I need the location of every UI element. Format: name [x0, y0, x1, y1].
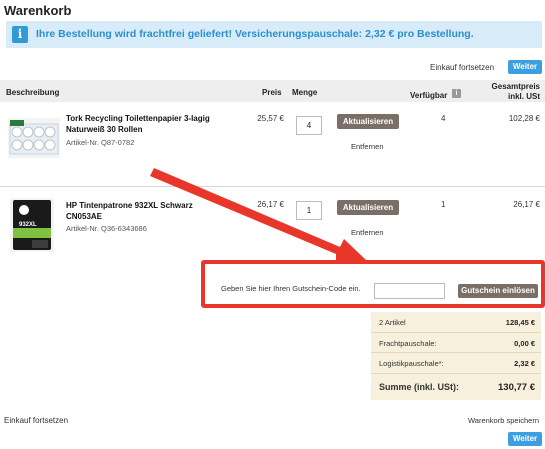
row-divider — [0, 186, 545, 187]
summary-logistics-value: 2,32 € — [514, 359, 535, 368]
ink-cartridge-icon: 932XL — [13, 200, 51, 250]
summary-freight-label: Frachtpauschale: — [379, 339, 437, 348]
availability-value: 4 — [441, 114, 446, 123]
toilet-paper-rolls-icon — [9, 120, 59, 155]
next-button-top[interactable]: Weiter — [508, 60, 542, 74]
save-cart-link[interactable]: Warenkorb speichern — [468, 416, 539, 425]
article-number: Artikel-Nr. Q87-0782 — [66, 138, 135, 147]
unit-price: 26,17 € — [257, 200, 284, 209]
summary-total-value: 130,77 € — [498, 382, 535, 393]
update-button[interactable]: Aktualisieren — [337, 200, 399, 215]
availability-info-icon[interactable]: i — [452, 89, 461, 98]
summary-divider — [371, 332, 541, 333]
product-name-line1: HP Tintenpatrone 932XL Schwarz — [66, 201, 193, 210]
continue-shopping-link-bottom[interactable]: Einkauf fortsetzen — [4, 416, 68, 425]
product-name-line2: Naturweiß 30 Rollen — [66, 125, 143, 134]
article-number: Artikel-Nr. Q36-6343686 — [66, 224, 147, 233]
order-summary: 2 Artikel 128,45 € Frachtpauschale: 0,00… — [371, 312, 541, 400]
next-button-bottom[interactable]: Weiter — [508, 432, 542, 446]
info-banner: i Ihre Bestellung wird frachtfrei gelief… — [6, 21, 542, 48]
product-name-line2: CN053AE — [66, 212, 103, 221]
header-availability: Verfügbar — [410, 91, 448, 100]
coupon-label: Geben Sie hier Ihren Gutschein-Code ein. — [221, 284, 361, 293]
continue-shopping-link-top[interactable]: Einkauf fortsetzen — [430, 63, 494, 72]
page-title: Warenkorb — [4, 3, 72, 18]
summary-total-label: Summe (inkl. USt): — [379, 382, 460, 392]
header-quantity: Menge — [292, 88, 318, 97]
cart-table-header: Beschreibung Preis Menge Verfügbar i Ges… — [0, 80, 545, 102]
product-name-line1: Tork Recycling Toilettenpapier 3-lagig — [66, 114, 210, 123]
line-total: 26,17 € — [513, 200, 540, 209]
summary-items-value: 128,45 € — [505, 318, 535, 327]
header-total-line2: inkl. USt — [507, 92, 540, 101]
product-name-toilet-paper[interactable]: Tork Recycling Toilettenpapier 3-lagig N… — [66, 113, 246, 135]
remove-link[interactable]: Entfernen — [351, 142, 384, 151]
header-description: Beschreibung — [6, 88, 60, 97]
quantity-input[interactable] — [296, 116, 322, 135]
remove-link[interactable]: Entfernen — [351, 228, 384, 237]
header-total: Gesamtpreis inkl. USt — [488, 82, 540, 102]
line-total: 102,28 € — [508, 114, 540, 123]
cartridge-badge-text: 932XL — [19, 222, 37, 228]
summary-items-label: 2 Artikel — [379, 318, 406, 327]
coupon-code-input[interactable] — [374, 283, 445, 299]
quantity-input[interactable] — [296, 201, 322, 220]
header-total-line1: Gesamtpreis — [491, 82, 540, 91]
unit-price: 25,57 € — [257, 114, 284, 123]
availability-value: 1 — [441, 200, 446, 209]
update-button[interactable]: Aktualisieren — [337, 114, 399, 129]
header-price: Preis — [262, 88, 282, 97]
info-banner-text: Ihre Bestellung wird frachtfrei geliefer… — [36, 28, 474, 40]
info-icon: i — [12, 26, 28, 43]
redeem-coupon-button[interactable]: Gutschein einlösen — [458, 284, 538, 298]
summary-logistics-label: Logistikpauschale*: — [379, 359, 444, 368]
product-image-ink-cartridge[interactable]: 932XL — [10, 198, 54, 252]
summary-divider — [371, 373, 541, 374]
product-image-toilet-paper[interactable] — [8, 118, 60, 158]
product-name-ink-cartridge[interactable]: HP Tintenpatrone 932XL Schwarz CN053AE — [66, 200, 246, 222]
summary-divider — [371, 352, 541, 353]
summary-freight-value: 0,00 € — [514, 339, 535, 348]
